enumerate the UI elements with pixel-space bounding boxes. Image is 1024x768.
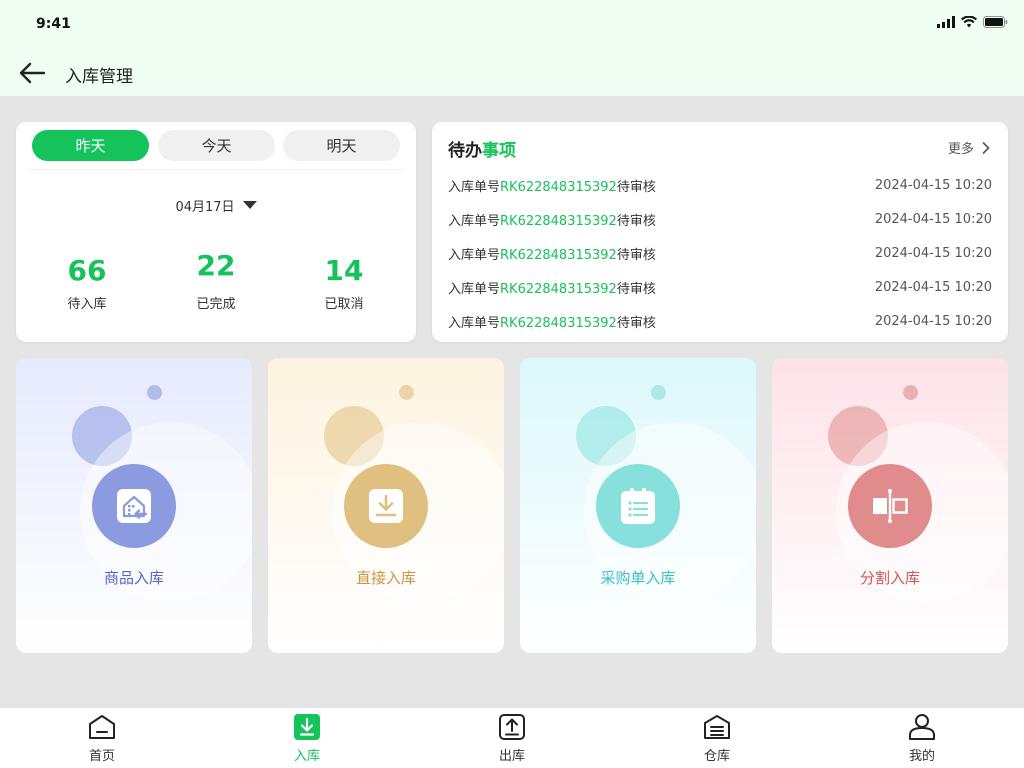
todo-title-part1: 待办 [448, 141, 482, 161]
status-time: 9:41 [36, 16, 71, 32]
todo-time: 2024-04-15 10:20 [874, 177, 992, 193]
wifi-icon [961, 16, 977, 28]
download-icon [369, 489, 403, 523]
divider [28, 169, 404, 170]
stat-pending-label: 待入库 [67, 297, 107, 312]
tile-label: 直接入库 [355, 569, 416, 587]
profile-icon [909, 714, 935, 740]
home-icon [89, 715, 115, 739]
tile-label: 分割入库 [859, 569, 920, 587]
tile-goods-inbound[interactable]: 商品入库 [16, 358, 252, 653]
todo-item[interactable]: 入库单号RK622848315392待审核 2024-04-15 10:20 [448, 276, 992, 298]
split-icon [873, 489, 908, 523]
todo-time: 2024-04-15 10:20 [874, 211, 992, 227]
nav-label: 首页 [88, 749, 115, 764]
todo-item[interactable]: 入库单号RK622848315392待审核 2024-04-15 10:20 [448, 174, 992, 196]
todo-item[interactable]: 入库单号RK622848315392待审核 2024-04-15 10:20 [448, 208, 992, 230]
order-number: RK622848315392 [500, 247, 617, 263]
todo-title-part2: 事项 [482, 141, 516, 161]
todo-time: 2024-04-15 10:20 [874, 313, 992, 329]
todo-item[interactable]: 入库单号RK622848315392待审核 2024-04-15 10:20 [448, 310, 992, 332]
order-number: RK622848315392 [500, 213, 617, 229]
caret-down-icon [242, 201, 257, 209]
header: 9:41 入库管理 [0, 0, 1024, 96]
nav-inbound[interactable]: 入库 [267, 708, 347, 768]
nav-outbound[interactable]: 出库 [472, 708, 552, 768]
stat-completed[interactable]: 22 已完成 [156, 249, 276, 312]
stat-completed-value: 22 [196, 249, 236, 282]
todo-time: 2024-04-15 10:20 [874, 279, 992, 295]
stat-cancelled-label: 已取消 [324, 297, 364, 312]
page-title: 入库管理 [65, 67, 133, 87]
order-number: RK622848315392 [500, 179, 617, 195]
outbound-icon [499, 714, 525, 740]
nav-label: 入库 [293, 749, 320, 764]
tab-today[interactable]: 今天 [158, 130, 275, 161]
stat-pending-value: 66 [67, 254, 107, 287]
tile-split-inbound[interactable]: 分割入库 [772, 358, 1008, 653]
goods-inbound-icon [117, 489, 151, 523]
status-icons [937, 16, 1008, 28]
battery-icon [983, 16, 1008, 28]
stat-cancelled-value: 14 [324, 254, 364, 287]
nav-label: 我的 [908, 749, 935, 764]
order-number: RK622848315392 [500, 315, 617, 331]
todo-title: 待办事项 [448, 136, 516, 161]
stat-completed-label: 已完成 [196, 297, 236, 312]
todo-time: 2024-04-15 10:20 [874, 245, 992, 261]
tile-label: 商品入库 [103, 569, 164, 587]
more-label: 更多 [947, 142, 974, 157]
order-number: RK622848315392 [500, 281, 617, 297]
stat-pending[interactable]: 66 待入库 [27, 254, 147, 312]
nav-home[interactable]: 首页 [62, 708, 142, 768]
todo-card: 待办事项 更多 入库单号RK622848315392待审核 2024-04-15… [432, 122, 1008, 342]
nav-label: 仓库 [703, 749, 730, 764]
nav-warehouse[interactable]: 仓库 [677, 708, 757, 768]
tile-direct-inbound[interactable]: 直接入库 [268, 358, 504, 653]
stat-cancelled[interactable]: 14 已取消 [284, 254, 404, 312]
date-picker[interactable]: 04月17日 [16, 196, 416, 215]
inbound-icon [294, 714, 320, 740]
arrow-left-icon [19, 62, 46, 84]
back-button[interactable] [16, 58, 48, 88]
tile-label: 采购单入库 [600, 569, 676, 587]
tile-purchase-inbound[interactable]: 采购单入库 [520, 358, 756, 653]
stats-card: 昨天 今天 明天 04月17日 66 待入库 22 已完成 14 已取消 [16, 122, 416, 342]
purchase-order-icon [621, 488, 655, 524]
tab-tomorrow[interactable]: 明天 [283, 130, 400, 161]
chevron-right-icon [982, 141, 990, 154]
date-value: 04月17日 [175, 200, 235, 215]
more-link[interactable]: 更多 [948, 138, 990, 157]
nav-label: 出库 [498, 749, 525, 764]
tab-yesterday[interactable]: 昨天 [32, 130, 149, 161]
nav-profile[interactable]: 我的 [882, 708, 962, 768]
todo-item[interactable]: 入库单号RK622848315392待审核 2024-04-15 10:20 [448, 242, 992, 264]
bottom-nav: 首页 入库 出库 仓库 我的 [0, 708, 1024, 768]
signal-icon [937, 16, 955, 28]
warehouse-icon [704, 715, 730, 739]
